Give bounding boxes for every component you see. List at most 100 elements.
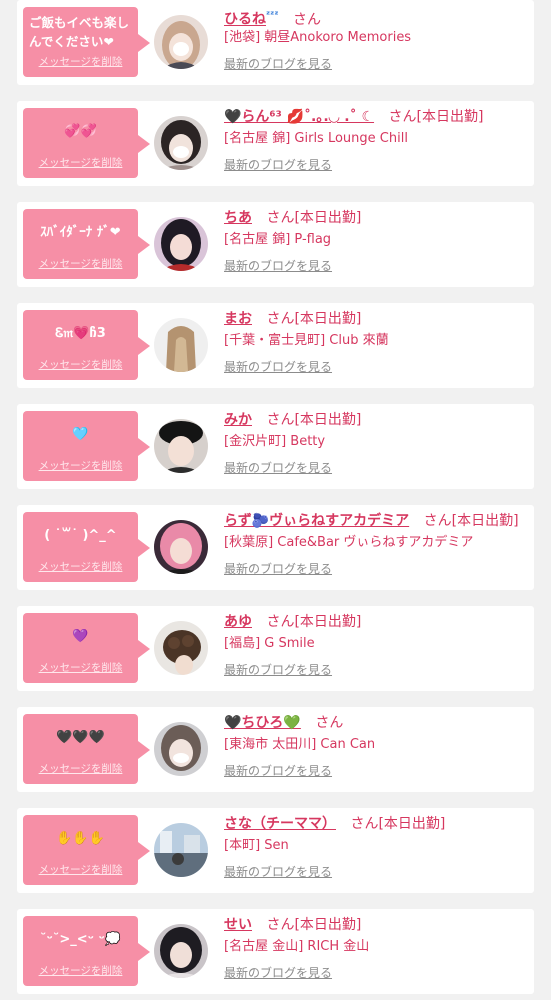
cast-name-link[interactable]: せい	[224, 917, 252, 933]
honorific: さん	[423, 513, 452, 529]
avatar[interactable]	[154, 823, 208, 877]
message-bubble: ( ˙꒳˙ )^_^ メッセージを削除	[23, 512, 150, 582]
shop-name: [金沢片町] Betty	[224, 434, 326, 449]
favorite-card: 🖤🖤🖤 メッセージを削除 🖤ちひろ💚 さん [東海市 太田川] Can Can …	[17, 707, 534, 792]
favorite-card: ✋✋✋ メッセージを削除 さな（チーママ） さん[本日出勤] [本町] Sen …	[17, 808, 534, 893]
shop-name: [名古屋 錦] Girls Lounge Chill	[224, 131, 408, 146]
shop-name: [池袋] 朝昼Anokoro Memories	[224, 30, 412, 45]
cast-name-link[interactable]: あゆ	[224, 614, 252, 630]
latest-blog-link[interactable]: 最新のブログを見る	[224, 459, 332, 477]
cast-name-link[interactable]: まお	[224, 311, 252, 327]
cast-name-link[interactable]: 🖤らん⁶³ 💋˚.｡.◡ .˚ ☾	[224, 109, 374, 125]
favorite-card: ご飯もイベも楽しんでください❤ メッセージを削除 ひるねᶻᶻᶻ さん [池袋] …	[17, 0, 534, 85]
message-bubble: Ꮛ𝔪💗ჩ3 メッセージを削除	[23, 310, 150, 380]
delete-message-link[interactable]: メッセージを削除	[23, 256, 138, 271]
message-bubble: ✋✋✋ メッセージを削除	[23, 815, 150, 885]
honorific: さん	[266, 210, 295, 226]
honorific: さん	[266, 917, 295, 933]
delete-message-link[interactable]: メッセージを削除	[23, 660, 138, 675]
honorific: さん	[388, 109, 417, 125]
cast-info: 🖤らん⁶³ 💋˚.｡.◡ .˚ ☾ さん[本日出勤] [名古屋 錦] Girls…	[224, 106, 530, 174]
latest-blog-link[interactable]: 最新のブログを見る	[224, 762, 332, 780]
honorific: さん	[266, 412, 295, 428]
delete-message-link[interactable]: メッセージを削除	[23, 761, 138, 776]
avatar[interactable]	[154, 520, 208, 574]
shop-name: [名古屋 錦] P-flag	[224, 232, 332, 247]
cast-name-link[interactable]: 🖤ちひろ💚	[224, 715, 301, 731]
attendance-badge: [本日出勤]	[451, 513, 519, 529]
attendance-badge: [本日出勤]	[294, 412, 362, 428]
shop-name: [東海市 太田川] Can Can	[224, 737, 376, 752]
message-bubble: 💜 メッセージを削除	[23, 613, 150, 683]
attendance-badge: [本日出勤]	[416, 109, 484, 125]
latest-blog-link[interactable]: 最新のブログを見る	[224, 661, 332, 679]
delete-message-link[interactable]: メッセージを削除	[23, 54, 138, 69]
attendance-badge: [本日出勤]	[378, 816, 446, 832]
latest-blog-link[interactable]: 最新のブログを見る	[224, 55, 332, 73]
message-text: Ꮛ𝔪💗ჩ3	[55, 326, 106, 341]
cast-info: 🖤ちひろ💚 さん [東海市 太田川] Can Can 最新のブログを見る	[224, 712, 530, 780]
attendance-badge: [本日出勤]	[294, 210, 362, 226]
cast-info: さな（チーママ） さん[本日出勤] [本町] Sen 最新のブログを見る	[224, 813, 530, 881]
cast-info: せい さん[本日出勤] [名古屋 金山] RICH 金山 最新のブログを見る	[224, 914, 530, 982]
delete-message-link[interactable]: メッセージを削除	[23, 357, 138, 372]
favorite-card: ( ˙꒳˙ )^_^ メッセージを削除 らず🫐ヴぃらねすアカデミア さん[本日出…	[17, 505, 534, 590]
cast-name-link[interactable]: みか	[224, 412, 252, 428]
favorite-card: 💞💞 メッセージを削除 🖤らん⁶³ 💋˚.｡.◡ .˚ ☾ さん[本日出勤] […	[17, 101, 534, 186]
message-bubble: ご飯もイベも楽しんでください❤ メッセージを削除	[23, 7, 150, 77]
avatar[interactable]	[154, 15, 208, 69]
avatar[interactable]	[154, 318, 208, 372]
message-text: 🖤🖤🖤	[56, 730, 105, 745]
message-text: ✋✋✋	[56, 831, 105, 846]
message-text: 💞💞	[64, 124, 97, 139]
latest-blog-link[interactable]: 最新のブログを見る	[224, 156, 332, 174]
cast-info: ひるねᶻᶻᶻ さん [池袋] 朝昼Anokoro Memories 最新のブログ…	[224, 5, 530, 73]
latest-blog-link[interactable]: 最新のブログを見る	[224, 560, 332, 578]
shop-name: [千葉・富士見町] Club 來蘭	[224, 333, 389, 348]
message-text: 💜	[72, 629, 89, 644]
cast-name-link[interactable]: ちあ	[224, 210, 252, 226]
message-bubble: 🖤🖤🖤 メッセージを削除	[23, 714, 150, 784]
delete-message-link[interactable]: メッセージを削除	[23, 559, 138, 574]
favorite-card: ˘ᵕ˘>_<ᵕ ᵕ💭 メッセージを削除 せい さん[本日出勤] [名古屋 金山]…	[17, 909, 534, 994]
delete-message-link[interactable]: メッセージを削除	[23, 963, 138, 978]
message-bubble: 💞💞 メッセージを削除	[23, 108, 150, 178]
avatar[interactable]	[154, 217, 208, 271]
delete-message-link[interactable]: メッセージを削除	[23, 458, 138, 473]
avatar[interactable]	[154, 722, 208, 776]
latest-blog-link[interactable]: 最新のブログを見る	[224, 863, 332, 881]
cast-name-link[interactable]: さな（チーママ）	[224, 816, 336, 832]
attendance-badge: [本日出勤]	[294, 614, 362, 630]
avatar[interactable]	[154, 116, 208, 170]
delete-message-link[interactable]: メッセージを削除	[23, 155, 138, 170]
message-text: ˘ᵕ˘>_<ᵕ ᵕ💭	[39, 932, 122, 947]
shop-name: [福島] G Smile	[224, 636, 315, 651]
latest-blog-link[interactable]: 最新のブログを見る	[224, 358, 332, 376]
cast-info: ちあ さん[本日出勤] [名古屋 錦] P-flag 最新のブログを見る	[224, 207, 530, 275]
favorite-card: Ꮛ𝔪💗ჩ3 メッセージを削除 まお さん[本日出勤] [千葉・富士見町] Clu…	[17, 303, 534, 388]
cast-info: らず🫐ヴぃらねすアカデミア さん[本日出勤] [秋葉原] Cafe&Bar ヴぃ…	[224, 510, 530, 578]
shop-name: [秋葉原] Cafe&Bar ヴぃらねすアカデミア	[224, 535, 474, 550]
latest-blog-link[interactable]: 最新のブログを見る	[224, 964, 332, 982]
favorite-list: ご飯もイベも楽しんでください❤ メッセージを削除 ひるねᶻᶻᶻ さん [池袋] …	[0, 0, 551, 1000]
favorite-card: ｽﾊﾞｲﾀﾞｰﾅ ﾅﾞ❤ メッセージを削除 ちあ さん[本日出勤] [名古屋 錦…	[17, 202, 534, 287]
latest-blog-link[interactable]: 最新のブログを見る	[224, 257, 332, 275]
favorite-card: 💜 メッセージを削除 あゆ さん[本日出勤] [福島] G Smile 最新のブ…	[17, 606, 534, 691]
attendance-badge: [本日出勤]	[294, 311, 362, 327]
avatar[interactable]	[154, 621, 208, 675]
honorific: さん	[292, 11, 321, 28]
delete-message-link[interactable]: メッセージを削除	[23, 862, 138, 877]
avatar[interactable]	[154, 924, 208, 978]
shop-name: [本町] Sen	[224, 838, 289, 853]
message-bubble: ˘ᵕ˘>_<ᵕ ᵕ💭 メッセージを削除	[23, 916, 150, 986]
avatar[interactable]	[154, 419, 208, 473]
message-text: ｽﾊﾞｲﾀﾞｰﾅ ﾅﾞ❤	[40, 225, 121, 240]
message-text: 🩵	[72, 427, 89, 442]
cast-info: あゆ さん[本日出勤] [福島] G Smile 最新のブログを見る	[224, 611, 530, 679]
honorific: さん	[315, 715, 344, 731]
cast-name-link[interactable]: らず🫐ヴぃらねすアカデミア	[224, 513, 409, 529]
cast-name-link[interactable]: ひるね	[224, 12, 266, 28]
honorific: さん	[350, 816, 379, 832]
favorite-card: 🩵 メッセージを削除 みか さん[本日出勤] [金沢片町] Betty 最新のブ…	[17, 404, 534, 489]
message-bubble: ｽﾊﾞｲﾀﾞｰﾅ ﾅﾞ❤ メッセージを削除	[23, 209, 150, 279]
